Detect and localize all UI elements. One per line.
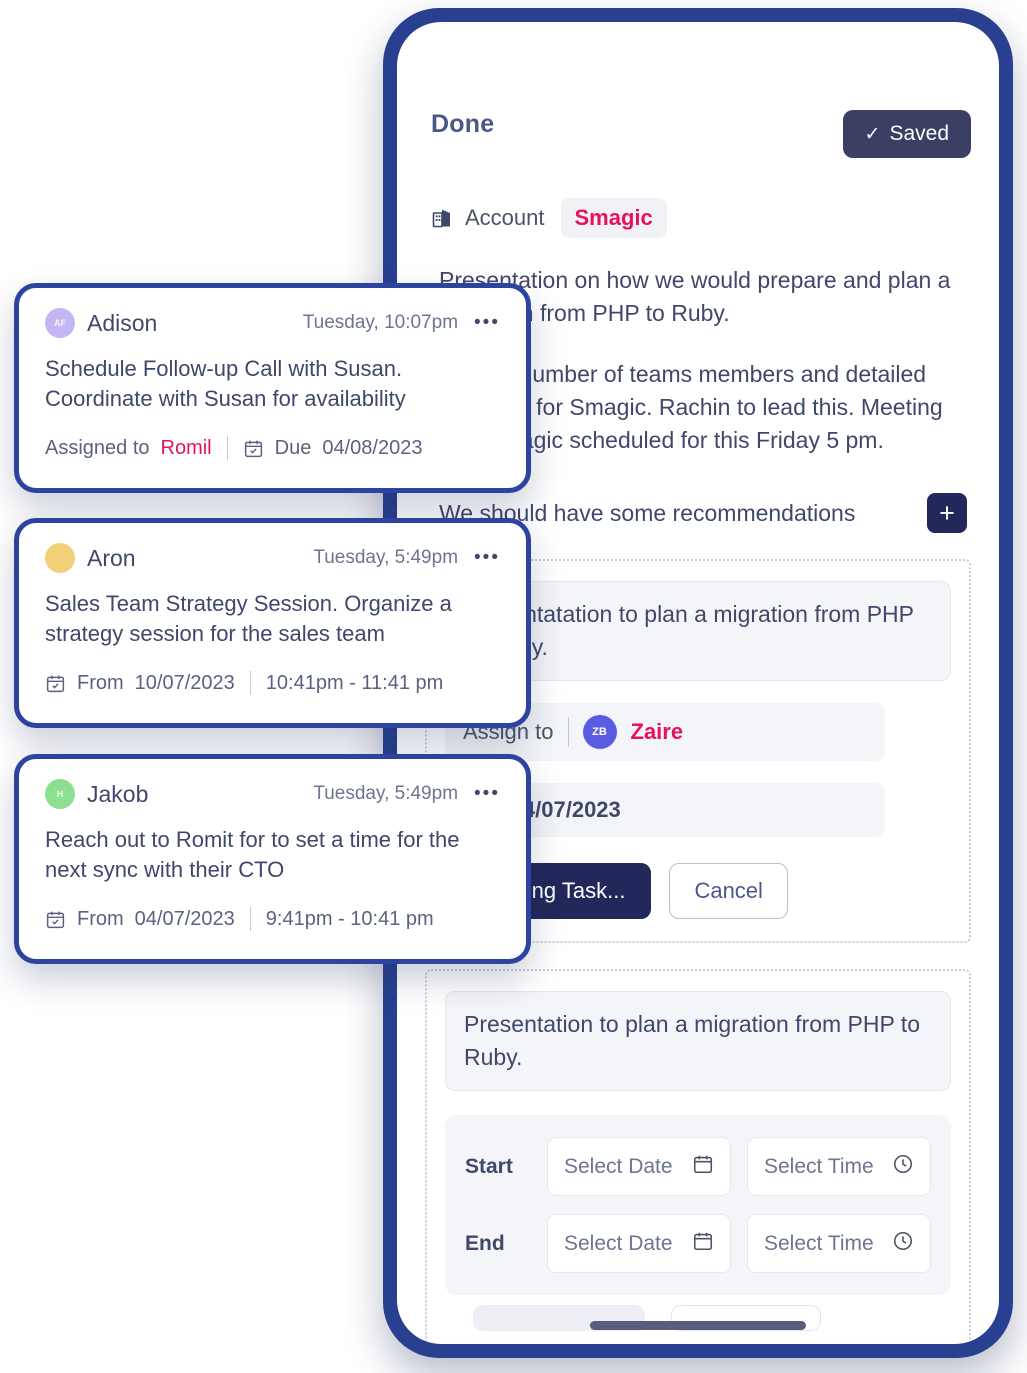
avatar: H <box>45 779 75 809</box>
home-indicator <box>590 1321 806 1330</box>
avatar <box>45 543 75 573</box>
field-divider <box>567 717 569 747</box>
meta-divider <box>249 907 251 931</box>
from-date: 10/07/2023 <box>134 671 235 694</box>
task-card[interactable]: AF Adison Tuesday, 10:07pm ••• Schedule … <box>14 283 531 493</box>
saved-button-label: Saved <box>889 122 949 145</box>
calendar-check-icon <box>45 909 66 930</box>
task-card-header-right: Tuesday, 10:07pm ••• <box>303 312 500 334</box>
task-card-meta: From 04/07/2023 9:41pm - 10:41 pm <box>45 907 500 931</box>
due-date: 04/08/2023 <box>322 436 423 459</box>
cancel-button[interactable]: Cancel <box>669 863 788 919</box>
schedule-form-card: Presentation to plan a migration from PH… <box>425 969 971 1344</box>
meta-divider <box>226 436 228 460</box>
calendar-icon <box>692 1230 714 1257</box>
task-card-header-right: Tuesday, 5:49pm ••• <box>313 783 500 805</box>
due-label: Due <box>274 436 312 459</box>
start-label: Start <box>465 1154 513 1178</box>
task-card-name: Aron <box>87 544 136 571</box>
task-card-body: Sales Team Strategy Session. Organize a … <box>45 591 452 646</box>
task-card-meta: From 10/07/2023 10:41pm - 11:41 pm <box>45 671 500 695</box>
account-label: Account <box>465 205 545 230</box>
clock-icon <box>892 1153 914 1180</box>
schedule-row-end: End Select Date Select Time <box>465 1214 931 1273</box>
assigned-to-label: Assigned to <box>45 436 150 459</box>
check-icon: ✓ <box>864 123 881 145</box>
from-date: 04/07/2023 <box>134 907 235 930</box>
account-badge[interactable]: Smagic <box>560 198 667 238</box>
time-range: 9:41pm - 10:41 pm <box>265 907 434 930</box>
schedule-row-start: Start Select Date Select Time <box>465 1137 931 1196</box>
screenshot-stage: Done ✓ Saved Account Smagic Presentation… <box>0 0 1027 1373</box>
assignee-name: Zaire <box>630 719 684 744</box>
task-card-header: H Jakob Tuesday, 5:49pm ••• <box>45 779 500 809</box>
task-card-body: Schedule Follow-up Call with Susan. Coor… <box>45 356 406 411</box>
assignee-name: Romil <box>160 436 212 459</box>
calendar-check-icon <box>243 438 264 459</box>
plus-icon-button[interactable]: + <box>927 493 967 533</box>
end-time-picker[interactable]: Select Time <box>747 1214 931 1273</box>
task-card-header-right: Tuesday, 5:49pm ••• <box>313 547 500 569</box>
building-icon <box>431 206 455 230</box>
from-label: From <box>77 907 124 930</box>
meta-divider <box>249 671 251 695</box>
start-time-picker[interactable]: Select Time <box>747 1137 931 1196</box>
calendar-icon <box>692 1153 714 1180</box>
task-card-name: Adison <box>87 309 158 336</box>
clock-icon <box>892 1230 914 1257</box>
schedule-picker-box: Start Select Date Select Time End Select… <box>445 1115 951 1295</box>
account-row: Account Smagic <box>425 198 971 238</box>
task-card-body: Reach out to Romit for to set a time for… <box>45 827 460 882</box>
more-horizontal-icon[interactable]: ••• <box>474 548 500 567</box>
task-card-header: AF Adison Tuesday, 10:07pm ••• <box>45 308 500 338</box>
end-time-placeholder: Select Time <box>764 1231 874 1255</box>
avatar: ZB <box>582 715 617 749</box>
task-card-user: Aron <box>45 543 136 573</box>
task-card-header: Aron Tuesday, 5:49pm ••• <box>45 543 500 573</box>
start-date-placeholder: Select Date <box>564 1154 673 1178</box>
saved-button[interactable]: ✓ Saved <box>842 110 971 158</box>
task-card-user: AF Adison <box>45 308 157 338</box>
end-date-placeholder: Select Date <box>564 1231 673 1255</box>
page-title: Done <box>431 110 495 138</box>
avatar: AF <box>45 308 75 338</box>
start-date-picker[interactable]: Select Date <box>547 1137 731 1196</box>
more-horizontal-icon[interactable]: ••• <box>474 313 500 332</box>
app-header: Done ✓ Saved <box>425 110 971 158</box>
task-card-time: Tuesday, 5:49pm <box>313 547 459 568</box>
task-card-time: Tuesday, 10:07pm <box>302 312 459 333</box>
task-card-meta: Assigned to Romil Due 04/08/2023 <box>45 436 500 460</box>
end-label: End <box>465 1231 505 1255</box>
schedule-description-field[interactable]: Presentation to plan a migration from PH… <box>445 991 951 1091</box>
end-date-picker[interactable]: Select Date <box>547 1214 731 1273</box>
from-label: From <box>77 671 124 694</box>
task-card[interactable]: Aron Tuesday, 5:49pm ••• Sales Team Stra… <box>14 518 531 728</box>
time-range: 10:41pm - 11:41 pm <box>265 671 444 694</box>
more-horizontal-icon[interactable]: ••• <box>474 784 500 803</box>
start-time-placeholder: Select Time <box>764 1154 874 1178</box>
task-card[interactable]: H Jakob Tuesday, 5:49pm ••• Reach out to… <box>14 754 531 964</box>
task-card-user: H Jakob <box>45 779 148 809</box>
task-card-name: Jakob <box>87 780 149 807</box>
task-card-time: Tuesday, 5:49pm <box>313 783 459 804</box>
calendar-check-icon <box>45 673 66 694</box>
